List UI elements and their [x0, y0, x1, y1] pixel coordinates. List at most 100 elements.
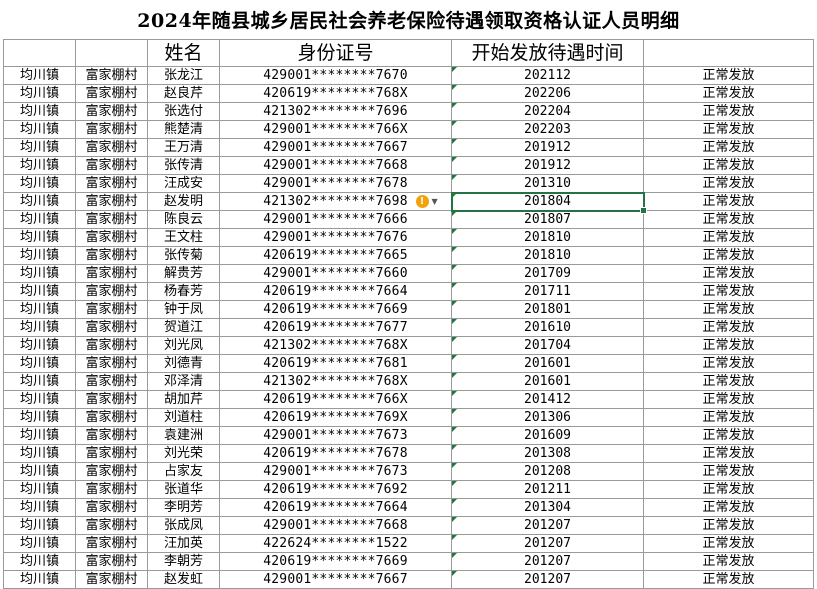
cell-village[interactable]: 富家棚村 — [75, 138, 148, 157]
cell-town[interactable]: 均川镇 — [3, 120, 76, 139]
cell-id[interactable]: 429001********7676 — [219, 228, 452, 247]
cell-village[interactable]: 富家棚村 — [75, 300, 148, 319]
cell-town[interactable]: 均川镇 — [3, 282, 76, 301]
cell-id[interactable]: 429001********7668 — [219, 516, 452, 535]
cell-village[interactable]: 富家棚村 — [75, 354, 148, 373]
cell-village[interactable]: 富家棚村 — [75, 318, 148, 337]
error-check-button[interactable]: ! ▼ — [415, 194, 438, 210]
cell-date[interactable]: 201208 — [451, 462, 644, 481]
cell-name[interactable]: 李朝芳 — [147, 552, 220, 571]
header-cell-village[interactable] — [75, 39, 148, 67]
cell-date[interactable]: 201807 — [451, 210, 644, 229]
cell-town[interactable]: 均川镇 — [3, 66, 76, 85]
cell-status[interactable]: 正常发放 — [643, 138, 814, 157]
cell-status[interactable]: 正常发放 — [643, 264, 814, 283]
cell-date[interactable]: 201310 — [451, 174, 644, 193]
cell-name[interactable]: 汪加英 — [147, 534, 220, 553]
cell-name[interactable]: 张传菊 — [147, 246, 220, 265]
cell-date[interactable]: 201610 — [451, 318, 644, 337]
cell-town[interactable]: 均川镇 — [3, 498, 76, 517]
cell-id[interactable]: 429001********7673 — [219, 426, 452, 445]
cell-date[interactable]: 201207 — [451, 516, 644, 535]
cell-date[interactable]: 201308 — [451, 444, 644, 463]
header-cell-town[interactable] — [3, 39, 76, 67]
cell-village[interactable]: 富家棚村 — [75, 228, 148, 247]
cell-id[interactable]: 420619********7669 — [219, 552, 452, 571]
cell-name[interactable]: 张选付 — [147, 102, 220, 121]
cell-status[interactable]: 正常发放 — [643, 120, 814, 139]
cell-status[interactable]: 正常发放 — [643, 66, 814, 85]
cell-name[interactable]: 刘光凤 — [147, 336, 220, 355]
cell-village[interactable]: 富家棚村 — [75, 498, 148, 517]
cell-village[interactable]: 富家棚村 — [75, 444, 148, 463]
cell-town[interactable]: 均川镇 — [3, 300, 76, 319]
cell-date[interactable]: 201207 — [451, 534, 644, 553]
cell-name[interactable]: 刘道柱 — [147, 408, 220, 427]
cell-town[interactable]: 均川镇 — [3, 264, 76, 283]
cell-village[interactable]: 富家棚村 — [75, 102, 148, 121]
cell-name[interactable]: 王万清 — [147, 138, 220, 157]
sheet-title[interactable]: 2024年随县城乡居民社会养老保险待遇领取资格认证人员明细 — [0, 0, 817, 38]
cell-status[interactable]: 正常发放 — [643, 228, 814, 247]
cell-date[interactable]: 201211 — [451, 480, 644, 499]
cell-status[interactable]: 正常发放 — [643, 300, 814, 319]
cell-town[interactable]: 均川镇 — [3, 390, 76, 409]
cell-town[interactable]: 均川镇 — [3, 462, 76, 481]
cell-village[interactable]: 富家棚村 — [75, 534, 148, 553]
cell-status[interactable]: 正常发放 — [643, 408, 814, 427]
cell-status[interactable]: 正常发放 — [643, 444, 814, 463]
cell-id[interactable]: 420619********7664 — [219, 498, 452, 517]
cell-village[interactable]: 富家棚村 — [75, 480, 148, 499]
header-cell-date[interactable]: 开始发放待遇时间 — [451, 39, 644, 67]
cell-id[interactable]: 420619********766X — [219, 390, 452, 409]
cell-id[interactable]: 429001********7660 — [219, 264, 452, 283]
cell-status[interactable]: 正常发放 — [643, 282, 814, 301]
cell-name[interactable]: 王文柱 — [147, 228, 220, 247]
cell-village[interactable]: 富家棚村 — [75, 552, 148, 571]
cell-date[interactable]: 201306 — [451, 408, 644, 427]
cell-date[interactable]: 201601 — [451, 372, 644, 391]
cell-town[interactable]: 均川镇 — [3, 246, 76, 265]
cell-date[interactable]: 202112 — [451, 66, 644, 85]
cell-date[interactable]: 201912 — [451, 156, 644, 175]
cell-id[interactable]: 420619********7664 — [219, 282, 452, 301]
cell-date[interactable]: 201412 — [451, 390, 644, 409]
cell-name[interactable]: 刘光荣 — [147, 444, 220, 463]
cell-name[interactable]: 杨春芳 — [147, 282, 220, 301]
cell-town[interactable]: 均川镇 — [3, 318, 76, 337]
cell-date[interactable]: 201810 — [451, 228, 644, 247]
cell-id[interactable]: 421302********768X — [219, 372, 452, 391]
cell-village[interactable]: 富家棚村 — [75, 120, 148, 139]
cell-town[interactable]: 均川镇 — [3, 426, 76, 445]
cell-name[interactable]: 邓泽清 — [147, 372, 220, 391]
cell-date[interactable]: 202203 — [451, 120, 644, 139]
cell-id[interactable]: 429001********7678 — [219, 174, 452, 193]
cell-date[interactable]: 201810 — [451, 246, 644, 265]
fill-handle[interactable] — [639, 206, 647, 214]
cell-id[interactable]: 420619********7681 — [219, 354, 452, 373]
header-cell-name[interactable]: 姓名 — [147, 39, 220, 67]
cell-status[interactable]: 正常发放 — [643, 354, 814, 373]
cell-id[interactable]: 422624********1522 — [219, 534, 452, 553]
cell-town[interactable]: 均川镇 — [3, 174, 76, 193]
cell-name[interactable]: 刘德青 — [147, 354, 220, 373]
cell-name[interactable]: 赵发明 — [147, 192, 220, 211]
cell-town[interactable]: 均川镇 — [3, 210, 76, 229]
cell-id[interactable]: 420619********769X — [219, 408, 452, 427]
cell-date[interactable]: 201711 — [451, 282, 644, 301]
cell-town[interactable]: 均川镇 — [3, 138, 76, 157]
cell-name[interactable]: 赵良芹 — [147, 84, 220, 103]
cell-name[interactable]: 陈良云 — [147, 210, 220, 229]
cell-village[interactable]: 富家棚村 — [75, 210, 148, 229]
cell-date[interactable]: 201804 — [450, 191, 645, 212]
cell-town[interactable]: 均川镇 — [3, 84, 76, 103]
cell-name[interactable]: 李明芳 — [147, 498, 220, 517]
cell-name[interactable]: 袁建洲 — [147, 426, 220, 445]
cell-town[interactable]: 均川镇 — [3, 552, 76, 571]
cell-name[interactable]: 解贵芳 — [147, 264, 220, 283]
cell-status[interactable]: 正常发放 — [643, 336, 814, 355]
cell-town[interactable]: 均川镇 — [3, 408, 76, 427]
cell-id[interactable]: 420619********7678 — [219, 444, 452, 463]
cell-town[interactable]: 均川镇 — [3, 534, 76, 553]
cell-town[interactable]: 均川镇 — [3, 444, 76, 463]
